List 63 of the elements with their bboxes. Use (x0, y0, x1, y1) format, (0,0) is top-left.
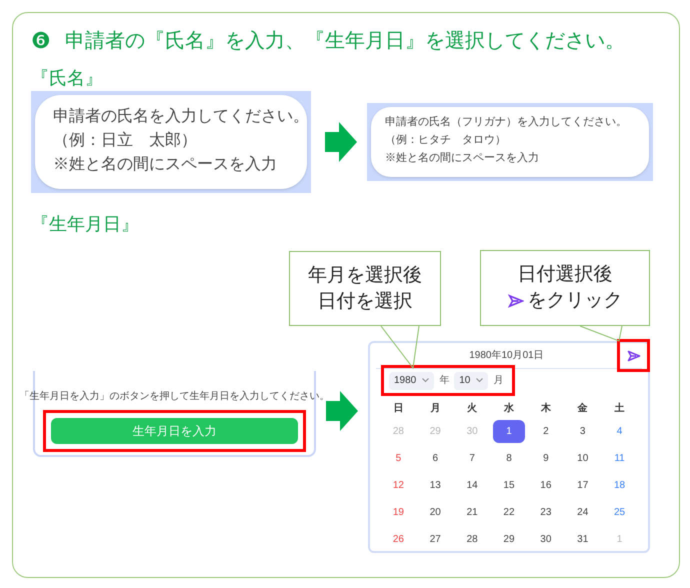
calendar-day[interactable]: 22 (492, 501, 525, 524)
calendar-day[interactable]: 26 (382, 528, 414, 551)
calendar-day[interactable]: 18 (604, 474, 636, 497)
year-unit: 年 (439, 374, 450, 388)
step-title: 申請者の『氏名』を入力、『生年月日』を選択してください。 (65, 29, 625, 54)
year-select[interactable]: 1980 (389, 372, 434, 390)
weekday-label: 月 (430, 402, 440, 416)
calendar-day[interactable]: 2 (530, 420, 562, 443)
calendar-day[interactable]: 9 (530, 447, 562, 470)
callout-text: をクリック (528, 289, 622, 313)
calendar-day[interactable]: 16 (530, 474, 562, 497)
message-text: （例：ヒタチ タロウ） (385, 133, 506, 148)
calendar-day[interactable]: 1 (492, 420, 525, 443)
weekday-label: 火 (467, 402, 478, 416)
calendar-day[interactable]: 12 (382, 474, 414, 497)
section-heading: 『氏名』 (31, 67, 103, 89)
section-heading: 『生年月日』 (31, 213, 139, 235)
month-unit: 月 (493, 374, 504, 388)
calendar-day[interactable]: 11 (604, 447, 636, 470)
step-number: ❻ (31, 27, 51, 55)
message-text: ※姓と名の間にスペースを入力 (385, 151, 539, 166)
message-text: ※姓と名の間にスペースを入力 (53, 154, 277, 175)
calendar-day[interactable]: 27 (419, 528, 452, 551)
weekday-label: 日 (393, 402, 404, 416)
message-text: 申請者の氏名を入力してください。 (53, 106, 309, 127)
calendar-day[interactable]: 5 (382, 447, 414, 470)
calendar-day[interactable]: 13 (419, 474, 452, 497)
weekday-label: 土 (614, 402, 625, 416)
calendar-day[interactable]: 17 (566, 474, 599, 497)
callout-text: 日付選択後 (518, 263, 612, 287)
month-select[interactable]: 10 (454, 372, 488, 390)
calendar-day[interactable]: 25 (604, 501, 636, 524)
calendar-day[interactable]: 30 (530, 528, 562, 551)
callout-text: 日付を選択 (318, 290, 412, 314)
calendar-day[interactable]: 20 (419, 501, 452, 524)
instruction-text: 「生年月日を入力」のボタンを押して生年月日を入力してください。 (20, 390, 330, 404)
calendar-day[interactable]: 29 (492, 528, 525, 551)
message-text: 申請者の氏名（フリガナ）を入力してください。 (385, 115, 627, 130)
calendar-day[interactable]: 4 (604, 420, 636, 443)
date-display: 1980年10月01日 (469, 349, 544, 363)
calendar-day[interactable]: 7 (456, 447, 488, 470)
calendar-day[interactable]: 31 (566, 528, 599, 551)
calendar-day[interactable]: 23 (530, 501, 562, 524)
weekday-label: 水 (504, 402, 514, 416)
calendar-day[interactable]: 19 (382, 501, 414, 524)
calendar-day[interactable]: 24 (566, 501, 599, 524)
chevron-icon (422, 378, 430, 383)
arrow-icon (325, 122, 357, 162)
weekday-label: 金 (578, 402, 588, 416)
calendar-day[interactable]: 21 (456, 501, 488, 524)
calendar-day[interactable]: 14 (456, 474, 488, 497)
calendar-day[interactable]: 8 (492, 447, 525, 470)
arrow-icon (326, 391, 358, 431)
calendar-day[interactable]: 15 (492, 474, 525, 497)
send-icon[interactable] (626, 350, 640, 362)
weekday-label: 木 (540, 402, 551, 416)
chevron-icon (476, 378, 484, 383)
message-text: （例：日立 太郎） (53, 130, 197, 151)
calendar-day[interactable]: 3 (566, 420, 599, 443)
calendar-day[interactable]: 28 (456, 528, 488, 551)
calendar-day[interactable]: 10 (566, 447, 599, 470)
calendar-day[interactable]: 6 (419, 447, 452, 470)
callout-text: 年月を選択後 (308, 264, 422, 288)
